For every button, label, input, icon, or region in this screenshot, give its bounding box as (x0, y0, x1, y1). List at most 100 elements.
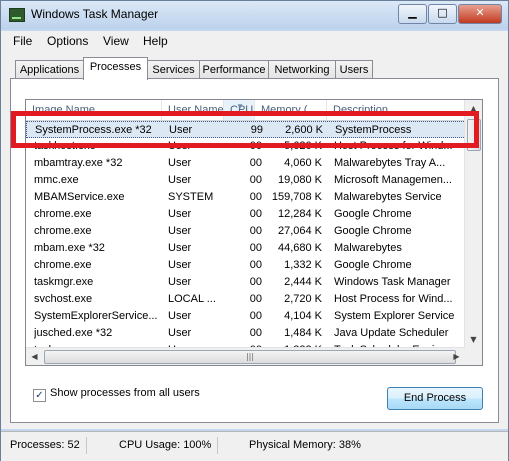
show-all-processes-option[interactable]: ✓ Show processes from all users (33, 387, 200, 402)
process-row[interactable]: mbamtray.exe *32 User 00 4,060 K Malware… (26, 155, 466, 172)
process-cpu: 00 (249, 276, 262, 288)
process-user: User (168, 276, 192, 288)
process-name: chrome.exe (34, 259, 92, 271)
process-cpu: 00 (249, 225, 262, 237)
show-all-processes-label: Show processes from all users (50, 387, 200, 399)
process-name: chrome.exe (34, 225, 92, 237)
tab-performance[interactable]: Performance (199, 60, 269, 79)
process-name: taskmgr.exe (34, 276, 94, 288)
process-user: User (168, 259, 192, 271)
show-all-processes-checkbox[interactable]: ✓ (33, 389, 46, 402)
window-controls: ▁ □ ✕ (397, 4, 502, 24)
menu-help[interactable]: Help (143, 34, 168, 48)
tab-services[interactable]: Services (147, 60, 200, 79)
process-row[interactable]: chrome.exe User 00 27,064 K Google Chrom… (26, 223, 466, 240)
process-row[interactable]: SystemExplorerService... User 00 4,104 K… (26, 308, 466, 325)
status-bar: Processes: 52 CPU Usage: 100% Physical M… (1, 431, 508, 461)
process-name: chrome.exe (34, 208, 92, 220)
process-row[interactable]: chrome.exe User 00 1,332 K Google Chrome (26, 257, 466, 274)
process-memory: 2,444 K (284, 276, 322, 288)
process-row[interactable]: mmc.exe User 00 19,080 K Microsoft Manag… (26, 172, 466, 189)
process-user: SYSTEM (168, 191, 214, 203)
process-memory: 159,708 K (271, 191, 322, 203)
status-physical-memory: Physical Memory: 38% (249, 439, 361, 451)
client-area: Applications Processes Services Performa… (1, 51, 508, 429)
process-user: User (168, 327, 192, 339)
task-manager-app-icon (9, 8, 25, 22)
end-process-button[interactable]: End Process (387, 387, 483, 410)
process-user: User (168, 242, 192, 254)
process-user: User (168, 157, 192, 169)
menu-view[interactable]: View (103, 34, 129, 48)
process-description: Java Update Scheduler (334, 327, 449, 339)
process-description: Host Process for Wind... (334, 293, 453, 305)
process-cpu: 00 (249, 259, 262, 271)
process-row[interactable]: jusched.exe *32 User 00 1,484 K Java Upd… (26, 325, 466, 342)
process-cpu: 00 (249, 327, 262, 339)
process-memory: 4,060 K (284, 157, 322, 169)
process-user: User (168, 225, 192, 237)
process-cpu: 00 (249, 293, 262, 305)
process-description: Malwarebytes (334, 242, 402, 254)
process-memory: 2,720 K (284, 293, 322, 305)
scroll-corner (465, 348, 482, 365)
process-memory: 1,484 K (284, 327, 322, 339)
annotation-highlight-box (11, 111, 479, 148)
process-cpu: 00 (249, 310, 262, 322)
process-description: Google Chrome (334, 259, 412, 271)
scroll-left-icon[interactable]: ◀ (26, 348, 43, 365)
process-memory: 44,680 K (277, 242, 322, 254)
title-bar[interactable]: Windows Task Manager ▁ □ ✕ (1, 1, 508, 29)
process-description: Malwarebytes Service (334, 191, 442, 203)
process-memory: 1,332 K (284, 259, 322, 271)
tab-users[interactable]: Users (335, 60, 373, 79)
menu-file[interactable]: File (13, 34, 32, 48)
process-memory: 19,080 K (277, 174, 322, 186)
process-row[interactable]: chrome.exe User 00 12,284 K Google Chrom… (26, 206, 466, 223)
process-cpu: 00 (249, 174, 262, 186)
process-memory: 4,104 K (284, 310, 322, 322)
process-description: Microsoft Managemen... (334, 174, 452, 186)
process-memory: 12,284 K (277, 208, 322, 220)
close-button[interactable]: ✕ (458, 4, 502, 24)
process-row[interactable]: svchost.exe LOCAL ... 00 2,720 K Host Pr… (26, 291, 466, 308)
scroll-right-icon[interactable]: ▶ (448, 348, 465, 365)
scroll-down-icon[interactable]: ▼ (465, 331, 482, 348)
process-description: Malwarebytes Tray A... (334, 157, 446, 169)
window-title: Windows Task Manager (31, 7, 159, 21)
process-row[interactable]: taskmgr.exe User 00 2,444 K Windows Task… (26, 274, 466, 291)
tab-networking[interactable]: Networking (268, 60, 336, 79)
process-name: jusched.exe *32 (34, 327, 113, 339)
tab-processes[interactable]: Processes (83, 57, 148, 80)
horizontal-scroll-thumb[interactable]: ||| (44, 350, 456, 364)
process-user: LOCAL ... (168, 293, 216, 305)
process-description: Google Chrome (334, 208, 412, 220)
menu-options[interactable]: Options (47, 34, 88, 48)
process-description: Google Chrome (334, 225, 412, 237)
minimize-button[interactable]: ▁ (398, 4, 427, 24)
horizontal-scrollbar[interactable]: ◀ ||| ▶ (26, 347, 465, 365)
process-row[interactable]: mbam.exe *32 User 00 44,680 K Malwarebyt… (26, 240, 466, 257)
process-description: System Explorer Service (334, 310, 455, 322)
process-user: User (168, 310, 192, 322)
process-name: mbam.exe *32 (34, 242, 105, 254)
tab-applications[interactable]: Applications (15, 60, 84, 79)
process-name: MBAMService.exe (34, 191, 125, 203)
process-cpu: 00 (249, 157, 262, 169)
process-user: User (168, 174, 192, 186)
status-cpu-usage: CPU Usage: 100% (119, 437, 219, 454)
process-cpu: 00 (249, 191, 262, 203)
task-manager-window: Windows Task Manager ▁ □ ✕ File Options … (0, 0, 509, 461)
process-cpu: 00 (249, 208, 262, 220)
process-name: svchost.exe (34, 293, 93, 305)
process-name: mmc.exe (34, 174, 79, 186)
process-memory: 27,064 K (277, 225, 322, 237)
maximize-button[interactable]: □ (428, 4, 457, 24)
process-row[interactable]: MBAMService.exe SYSTEM 00 159,708 K Malw… (26, 189, 466, 206)
process-description: Windows Task Manager (334, 276, 451, 288)
process-user: User (168, 208, 192, 220)
process-name: SystemExplorerService... (34, 310, 158, 322)
process-name: mbamtray.exe *32 (34, 157, 123, 169)
menu-bar: File Options View Help (1, 31, 508, 51)
status-processes: Processes: 52 (10, 437, 87, 454)
